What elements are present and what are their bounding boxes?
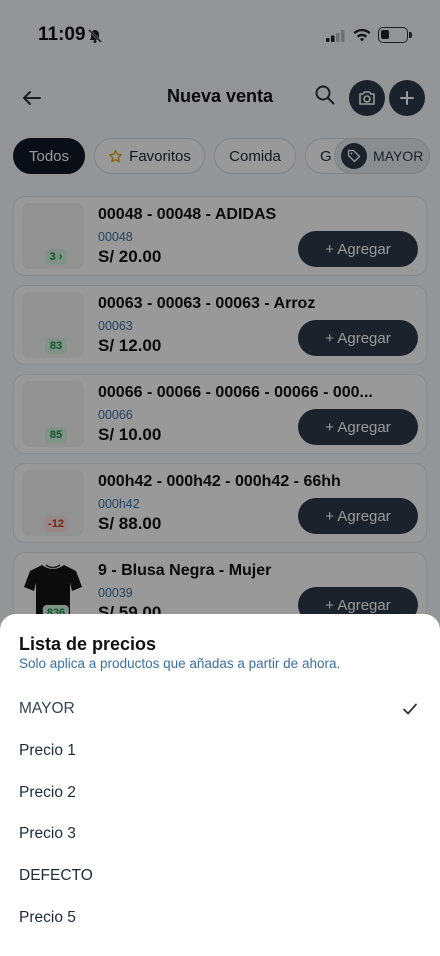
sheet-title: Lista de precios: [19, 634, 157, 654]
price-option-precio-2[interactable]: Precio 2: [0, 774, 440, 814]
price-option-precio-5[interactable]: Precio 5: [0, 899, 440, 939]
price-option-mayor[interactable]: MAYOR: [0, 690, 440, 730]
price-option-defecto[interactable]: DEFECTO: [0, 857, 440, 897]
option-label: Precio 2: [19, 784, 76, 801]
option-label: Precio 3: [19, 825, 76, 842]
option-label: DEFECTO: [19, 867, 93, 884]
price-option-precio-3[interactable]: Precio 3: [0, 815, 440, 855]
checkmark-icon: [403, 703, 417, 715]
price-option-precio-1[interactable]: Precio 1: [0, 732, 440, 772]
option-label: Precio 1: [19, 742, 76, 759]
option-label: MAYOR: [19, 700, 75, 717]
price-list-sheet: Lista de precios Solo aplica a productos…: [0, 614, 440, 956]
sheet-subtitle: Solo aplica a productos que añadas a par…: [19, 656, 341, 671]
option-label: Precio 5: [19, 909, 76, 926]
